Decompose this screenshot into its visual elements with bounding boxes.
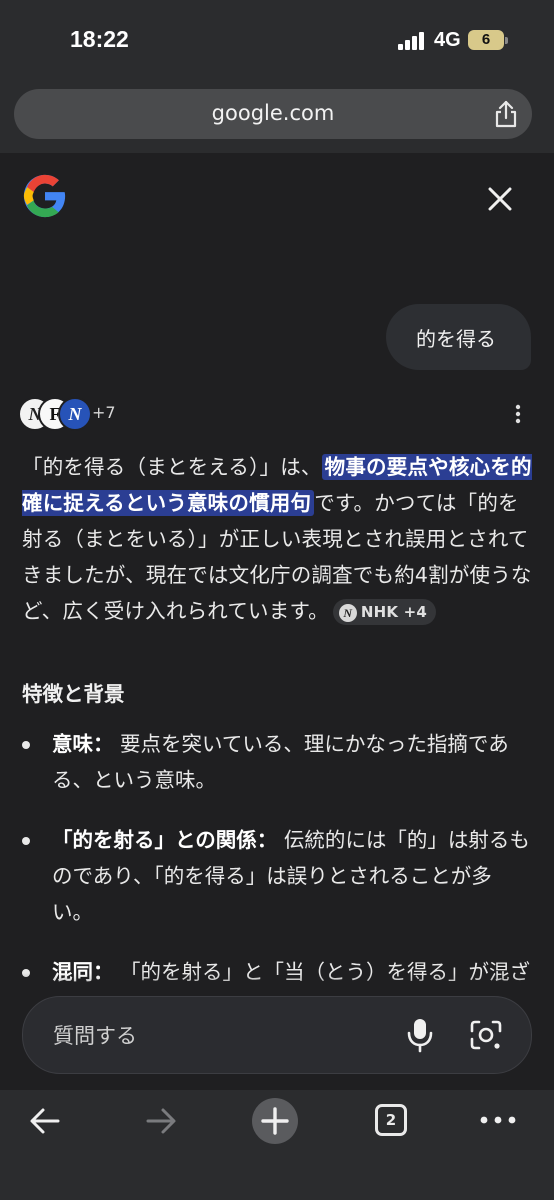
- more-vert-icon[interactable]: [512, 403, 524, 425]
- share-icon[interactable]: [492, 99, 520, 129]
- battery-tip: [505, 37, 508, 44]
- ai-mode-panel: 的を得る N F N +7 「的を得る（まとをえる）」は、 物事の要点や核心を的確…: [0, 153, 554, 1090]
- list-item-text: 要点を突いている、理にかなった指摘である、という意味。: [52, 732, 509, 792]
- tab-switcher-button[interactable]: 2: [375, 1104, 407, 1136]
- network-type: 4G: [434, 29, 461, 51]
- url-text[interactable]: google.com: [14, 101, 532, 125]
- ask-placeholder[interactable]: 質問する: [53, 1020, 137, 1050]
- section-title: 特徴と背景: [22, 682, 125, 706]
- list-item: 意味： 要点を突いている、理にかなった指摘である、という意味。: [22, 726, 532, 798]
- lens-icon[interactable]: [469, 1019, 503, 1051]
- mic-icon[interactable]: [405, 1017, 435, 1053]
- close-icon[interactable]: [484, 183, 516, 215]
- ask-input[interactable]: 質問する: [22, 996, 532, 1074]
- browser-toolbar: 2: [0, 1090, 554, 1200]
- back-icon[interactable]: [28, 1104, 62, 1138]
- source-count[interactable]: +7: [92, 403, 116, 422]
- citation-chip[interactable]: N NHK +4: [332, 599, 436, 625]
- user-query-bubble: 的を得る: [386, 304, 531, 370]
- signal-icon: [398, 32, 424, 50]
- ai-answer-paragraph: 「的を得る（まとをえる）」は、 物事の要点や核心を的確に捉えるという意味の慣用句で…: [22, 449, 532, 629]
- bullet-dot: [22, 837, 30, 845]
- status-bar: 18:22 4G 6: [0, 0, 554, 80]
- battery-level: 6: [481, 31, 491, 48]
- citation-label[interactable]: NHK +4: [361, 603, 427, 621]
- user-query-text: 的を得る: [416, 327, 496, 351]
- source-logo[interactable]: N: [58, 397, 92, 431]
- url-bar[interactable]: google.com: [14, 89, 532, 139]
- google-g-icon: [23, 174, 66, 218]
- new-tab-button[interactable]: [252, 1098, 298, 1144]
- list-item-term: 「的を射る」との関係：: [52, 828, 278, 852]
- forward-icon[interactable]: [144, 1104, 178, 1138]
- bullet-dot: [22, 741, 30, 749]
- status-time: 18:22: [70, 26, 129, 52]
- answer-text: 「的を得る（まとをえる）」は、: [22, 455, 322, 479]
- list-item-term: 意味：: [52, 732, 114, 756]
- more-horiz-icon[interactable]: [480, 1116, 516, 1124]
- battery-icon: 6: [468, 30, 504, 50]
- nhk-logo-icon: N: [338, 603, 357, 622]
- list-item: 「的を射る」との関係： 伝統的には「的」は射るものであり、「的を得る」は誤りとさ…: [22, 822, 532, 930]
- plus-icon: [261, 1107, 289, 1135]
